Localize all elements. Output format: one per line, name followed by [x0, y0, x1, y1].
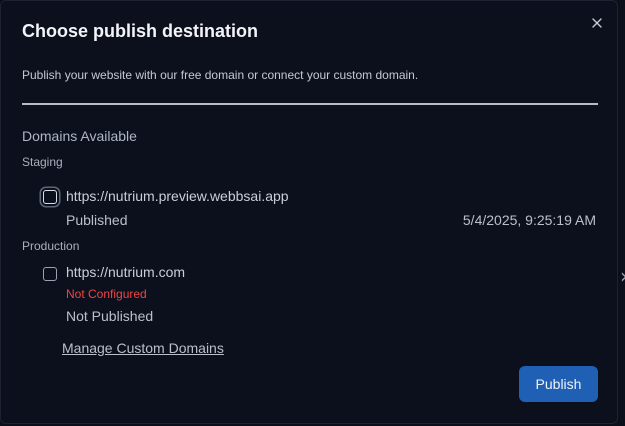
staging-status: Published [66, 212, 128, 228]
section-heading: Domains Available [22, 128, 137, 144]
staging-label: Staging [22, 155, 63, 169]
production-domain-url: https://nutrium.com [66, 264, 186, 280]
staging-timestamp: 5/4/2025, 9:25:19 AM [462, 212, 596, 228]
production-warning: Not Configured [66, 287, 147, 301]
production-label: Production [22, 239, 80, 253]
close-icon[interactable] [589, 15, 605, 31]
staging-domain-checkbox[interactable] [43, 190, 57, 204]
publish-button[interactable]: Publish [519, 366, 598, 402]
staging-domain-url: https://nutrium.preview.webbsai.app [66, 188, 289, 204]
dialog-title: Choose publish destination [22, 21, 259, 41]
manage-custom-domains-link[interactable]: Manage Custom Domains [62, 340, 224, 356]
production-status: Not Published [66, 308, 154, 324]
chevron-right-icon[interactable]: › [620, 266, 625, 286]
production-domain-checkbox[interactable] [43, 267, 57, 281]
divider [22, 103, 598, 105]
publish-dialog: Choose publish destination Publish your … [0, 0, 618, 424]
dialog-subtitle: Publish your website with our free domai… [22, 68, 419, 82]
